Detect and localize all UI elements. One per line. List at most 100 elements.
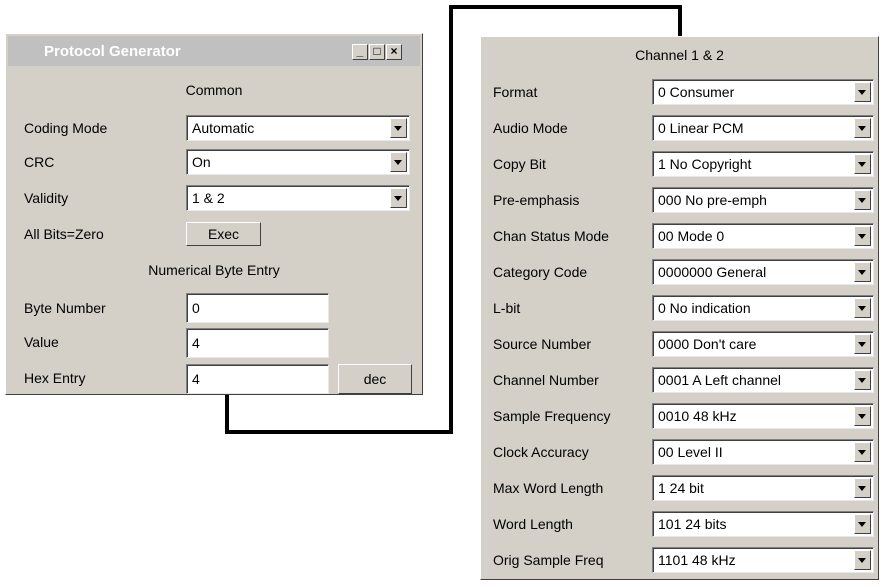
channel-row-label: Word Length <box>493 516 573 532</box>
chevron-down-icon[interactable] <box>390 188 407 208</box>
common-heading: Common <box>185 82 243 98</box>
channel-row-value: 0 No indication <box>658 300 751 316</box>
channel-row-value: 0 Linear PCM <box>658 120 744 136</box>
window-title: Protocol Generator <box>44 43 181 60</box>
byte-number-input[interactable]: 0 <box>186 293 329 323</box>
channel-row-value: 0010 48 kHz <box>658 408 737 424</box>
channel-row-label: Max Word Length <box>493 480 604 496</box>
channel-row: Copy Bit 1 No Copyright <box>481 146 880 182</box>
maximize-button[interactable]: □ <box>369 44 385 60</box>
channel-row: Category Code 0000000 General <box>481 254 880 290</box>
channel-row: Word Length 101 24 bits <box>481 506 880 542</box>
close-button[interactable]: × <box>386 44 402 60</box>
channel-row-select[interactable]: 1 No Copyright <box>652 151 874 177</box>
dec-button[interactable]: dec <box>338 364 412 394</box>
chevron-down-icon[interactable] <box>854 442 871 462</box>
chevron-down-icon[interactable] <box>854 154 871 174</box>
chevron-down-icon[interactable] <box>854 406 871 426</box>
all-bits-zero-label: All Bits=Zero <box>24 226 104 242</box>
channel-heading: Channel 1 & 2 <box>635 47 724 63</box>
channel-row: Source Number 0000 Don't care <box>481 326 880 362</box>
coding-mode-select[interactable]: Automatic <box>186 115 410 141</box>
chevron-down-icon[interactable] <box>854 226 871 246</box>
coding-mode-label: Coding Mode <box>24 120 108 136</box>
channel-row-select[interactable]: 000 No pre-emph <box>652 187 874 213</box>
channel-row-value: 1101 48 kHz <box>658 552 736 568</box>
chevron-down-icon[interactable] <box>390 118 407 138</box>
minimize-button[interactable]: _ <box>352 44 368 60</box>
validity-value: 1 & 2 <box>192 190 225 206</box>
value-label: Value <box>24 334 59 350</box>
chevron-down-icon[interactable] <box>854 334 871 354</box>
channel-row-select[interactable]: 0000000 General <box>652 259 874 285</box>
chevron-down-icon[interactable] <box>854 262 871 282</box>
crc-label: CRC <box>24 154 55 170</box>
channel-row: Clock Accuracy 00 Level II <box>481 434 880 470</box>
channel-row: Chan Status Mode 00 Mode 0 <box>481 218 880 254</box>
channel-row-value: 0 Consumer <box>658 84 735 100</box>
channel-row-label: Chan Status Mode <box>493 228 609 244</box>
channel-status-panel: Channel 1 & 2 Format 0 Consumer Audio Mode… <box>480 36 879 580</box>
coding-mode-value: Automatic <box>192 120 255 136</box>
crc-value: On <box>192 154 211 170</box>
channel-row-select[interactable]: 0000 Don't care <box>652 331 874 357</box>
channel-row-label: Channel Number <box>493 372 599 388</box>
hex-entry-input[interactable]: 4 <box>186 364 329 394</box>
channel-row-label: Source Number <box>493 336 592 352</box>
channel-row-select[interactable]: 0001 A Left channel <box>652 367 874 393</box>
channel-row-label: Clock Accuracy <box>493 444 589 460</box>
numerical-byte-entry-heading: Numerical Byte Entry <box>148 262 280 278</box>
channel-row-select[interactable]: 1 24 bit <box>652 475 874 501</box>
channel-row-value: 00 Mode 0 <box>658 228 725 244</box>
channel-row: Max Word Length 1 24 bit <box>481 470 880 506</box>
channel-row-select[interactable]: 0010 48 kHz <box>652 403 874 429</box>
byte-number-label: Byte Number <box>24 300 106 316</box>
channel-row-label: Audio Mode <box>493 120 568 136</box>
chevron-down-icon[interactable] <box>854 550 871 570</box>
channel-row-value: 000 No pre-emph <box>658 192 767 208</box>
validity-label: Validity <box>24 190 69 206</box>
channel-row: Format 0 Consumer <box>481 74 880 110</box>
chevron-down-icon[interactable] <box>854 82 871 102</box>
channel-row-label: Category Code <box>493 264 588 280</box>
chevron-down-icon[interactable] <box>854 190 871 210</box>
channel-row-label: Orig Sample Freq <box>493 552 604 568</box>
channel-row-label: Format <box>493 84 538 100</box>
chevron-down-icon[interactable] <box>854 478 871 498</box>
crc-select[interactable]: On <box>186 149 410 175</box>
channel-row: Orig Sample Freq 1101 48 kHz <box>481 542 880 578</box>
channel-row: Sample Frequency 0010 48 kHz <box>481 398 880 434</box>
channel-row-label: Sample Frequency <box>493 408 611 424</box>
channel-row-select[interactable]: 0 Consumer <box>652 79 874 105</box>
channel-row: Channel Number 0001 A Left channel <box>481 362 880 398</box>
channel-row-value: 0000000 General <box>658 264 767 280</box>
channel-row-value: 101 24 bits <box>658 516 727 532</box>
channel-row-value: 1 24 bit <box>658 480 704 496</box>
window-titlebar[interactable]: Protocol Generator _ □ × <box>8 36 420 66</box>
channel-row: Audio Mode 0 Linear PCM <box>481 110 880 146</box>
channel-row-select[interactable]: 101 24 bits <box>652 511 874 537</box>
channel-row: Pre-emphasis 000 No pre-emph <box>481 182 880 218</box>
channel-row-value: 00 Level II <box>658 444 723 460</box>
channel-row-select[interactable]: 0 Linear PCM <box>652 115 874 141</box>
chevron-down-icon[interactable] <box>390 152 407 172</box>
channel-row-select[interactable]: 1101 48 kHz <box>652 547 874 573</box>
channel-row-label: L-bit <box>493 300 521 316</box>
channel-row-select[interactable]: 0 No indication <box>652 295 874 321</box>
channel-row-value: 0001 A Left channel <box>658 372 781 388</box>
channel-row-select[interactable]: 00 Level II <box>652 439 874 465</box>
exec-button[interactable]: Exec <box>186 222 261 246</box>
channel-row-label: Copy Bit <box>493 156 546 172</box>
hex-entry-label: Hex Entry <box>24 370 86 386</box>
chevron-down-icon[interactable] <box>854 514 871 534</box>
validity-select[interactable]: 1 & 2 <box>186 185 410 211</box>
channel-row-value: 1 No Copyright <box>658 156 752 172</box>
chevron-down-icon[interactable] <box>854 298 871 318</box>
channel-row: L-bit 0 No indication <box>481 290 880 326</box>
value-input[interactable]: 4 <box>186 328 329 358</box>
chevron-down-icon[interactable] <box>854 370 871 390</box>
channel-row-label: Pre-emphasis <box>493 192 580 208</box>
channel-row-select[interactable]: 00 Mode 0 <box>652 223 874 249</box>
channel-row-value: 0000 Don't care <box>658 336 757 352</box>
chevron-down-icon[interactable] <box>854 118 871 138</box>
